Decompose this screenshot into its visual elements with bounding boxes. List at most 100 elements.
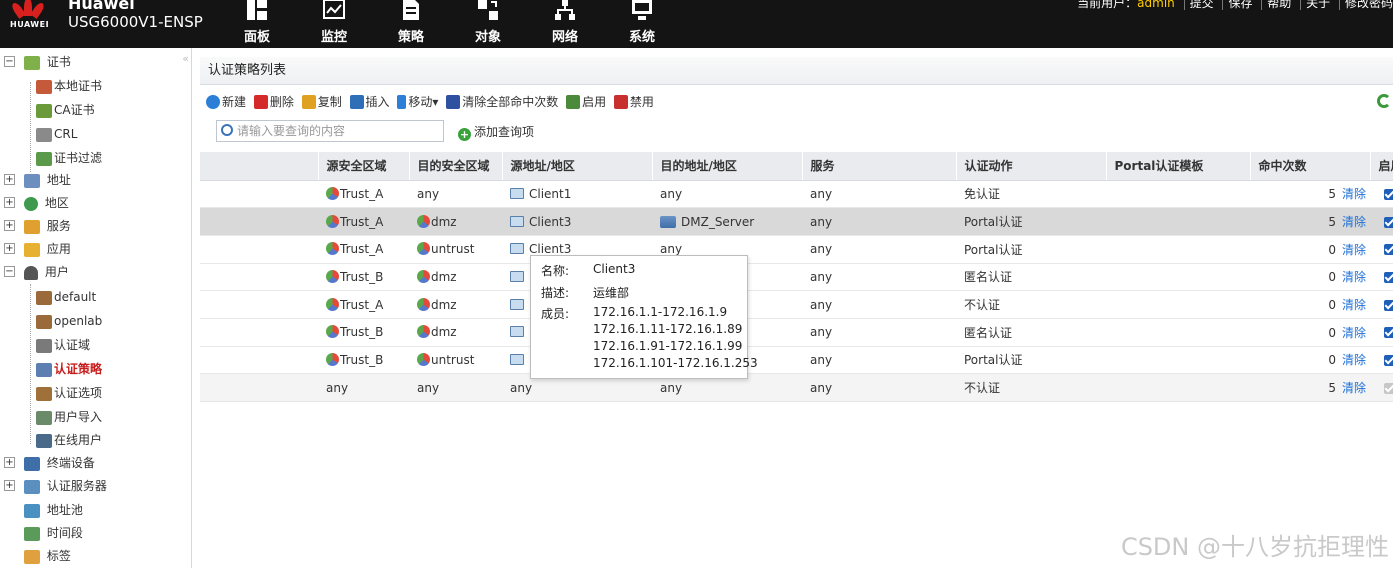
disable-button[interactable]: 禁用 xyxy=(613,93,654,111)
column-header-dst-addr[interactable]: 目的地址/地区 xyxy=(652,152,803,181)
column-header-enabled[interactable]: 启用 xyxy=(1370,152,1393,181)
table-row[interactable]: Trust_A untrust Client3 any any Portal认证 0 清除 xyxy=(200,235,1393,264)
tree-item-cert[interactable]: − 证书 xyxy=(4,51,71,73)
enabled-checkbox[interactable] xyxy=(1384,188,1393,200)
expand-toggle-icon[interactable]: + xyxy=(4,457,15,468)
tree-item-time-range[interactable]: 时间段 xyxy=(24,522,83,544)
expand-toggle-icon[interactable]: + xyxy=(4,220,15,231)
clear-hits-link[interactable]: 清除 xyxy=(1336,215,1366,229)
help-link[interactable]: 帮助 xyxy=(1267,0,1291,10)
tree-item-online-users[interactable]: 在线用户 xyxy=(36,429,102,451)
tree-item-ca-cert[interactable]: CA证书 xyxy=(36,99,95,121)
cell-dst_addr[interactable]: DMZ_Server xyxy=(652,207,802,236)
about-link[interactable]: 关于 xyxy=(1306,0,1330,10)
nav-network[interactable]: 网络 xyxy=(540,0,590,46)
tree-item-openlab[interactable]: openlab xyxy=(36,310,102,332)
nav-policy[interactable]: 策略 xyxy=(386,0,436,46)
cell-src_zone[interactable]: Trust_B xyxy=(318,263,409,292)
enabled-checkbox[interactable] xyxy=(1384,299,1393,311)
column-header-portal[interactable]: Portal认证模板 xyxy=(1106,152,1251,181)
tree-item-service[interactable]: + 服务 xyxy=(4,215,71,237)
cell-src_zone[interactable]: Trust_A xyxy=(318,180,409,209)
cell-dst_zone[interactable]: dmz xyxy=(409,290,502,319)
commit-link[interactable]: 提交 xyxy=(1190,0,1214,10)
table-row[interactable]: Trust_A dmz Client3 DMZ_Server any Portal认证 5 清… xyxy=(200,207,1393,236)
tree-item-terminal[interactable]: + 终端设备 xyxy=(4,452,95,474)
column-header-src-zone[interactable]: 源安全区域 xyxy=(318,152,410,181)
tree-item-crl[interactable]: CRL xyxy=(36,123,77,145)
tree-item-user-import[interactable]: 用户导入 xyxy=(36,406,102,428)
cell-src_zone[interactable]: Trust_A xyxy=(318,290,409,319)
table-row[interactable]: Trust_A any Client1 any any 免认证 5 清除 xyxy=(200,180,1393,209)
table-row[interactable]: Trust_B dmz any 匿名认证 0 清除 xyxy=(200,318,1393,347)
tree-item-user[interactable]: − 用户 xyxy=(4,261,69,283)
table-row[interactable]: Trust_B untrust any Portal认证 0 清除 xyxy=(200,346,1393,375)
insert-button[interactable]: 插入 xyxy=(349,93,390,111)
tree-item-auth-policy[interactable]: 认证策略 xyxy=(36,358,102,380)
cell-dst_zone[interactable]: untrust xyxy=(409,346,502,375)
nav-dashboard[interactable]: 面板 xyxy=(232,0,282,46)
tree-item-tag[interactable]: 标签 xyxy=(24,545,71,567)
cell-src_addr[interactable]: Client1 xyxy=(502,180,652,209)
enabled-checkbox[interactable] xyxy=(1384,271,1393,283)
expand-toggle-icon[interactable]: + xyxy=(4,243,15,254)
enabled-checkbox[interactable] xyxy=(1384,327,1393,339)
enabled-checkbox[interactable] xyxy=(1384,216,1393,228)
enabled-checkbox[interactable] xyxy=(1384,244,1393,256)
clear-hits-link[interactable]: 清除 xyxy=(1336,298,1366,312)
expand-toggle-icon[interactable]: + xyxy=(4,197,15,208)
collapse-toggle-icon[interactable]: − xyxy=(4,56,15,67)
collapse-toggle-icon[interactable]: − xyxy=(4,266,15,277)
cell-dst_zone[interactable]: dmz xyxy=(409,263,502,292)
clear-hits-link[interactable]: 清除 xyxy=(1336,270,1366,284)
nav-monitor[interactable]: 监控 xyxy=(309,0,359,46)
column-header-dst-zone[interactable]: 目的安全区域 xyxy=(409,152,503,181)
change-password-link[interactable]: 修改密码 xyxy=(1345,0,1393,10)
delete-button[interactable]: 删除 xyxy=(253,93,294,111)
tree-item-auth-domain[interactable]: 认证域 xyxy=(36,334,90,356)
clear-hits-link[interactable]: 清除 xyxy=(1336,243,1366,257)
cell-src_addr[interactable]: Client3 xyxy=(502,207,652,236)
expand-toggle-icon[interactable]: + xyxy=(4,174,15,185)
table-row[interactable]: Trust_B dmz any 匿名认证 0 清除 xyxy=(200,263,1393,292)
clear-hits-link[interactable]: 清除 xyxy=(1336,381,1366,395)
copy-button[interactable]: 复制 xyxy=(301,93,342,111)
cell-src_zone[interactable]: Trust_B xyxy=(318,346,409,375)
tree-item-auth-options[interactable]: 认证选项 xyxy=(36,382,102,404)
column-header-src-addr[interactable]: 源地址/地区 xyxy=(502,152,653,181)
search-input[interactable] xyxy=(237,121,437,141)
tree-item-cert-filter[interactable]: 证书过滤 xyxy=(36,147,102,169)
cell-dst_zone[interactable]: untrust xyxy=(409,235,502,264)
column-header-service[interactable]: 服务 xyxy=(802,152,957,181)
column-header-hits[interactable]: 命中次数 xyxy=(1250,152,1371,181)
tree-item-local-cert[interactable]: 本地证书 xyxy=(36,75,102,97)
clear-hits-link[interactable]: 清除 xyxy=(1336,326,1366,340)
add-query-button[interactable]: + 添加查询项 xyxy=(458,123,534,141)
cell-src_zone[interactable]: Trust_A xyxy=(318,207,409,236)
tree-item-region[interactable]: + 地区 xyxy=(4,192,69,214)
move-button[interactable]: 移动▾ xyxy=(397,93,438,111)
nav-system[interactable]: 系统 xyxy=(617,0,667,46)
clear-hits-link[interactable]: 清除 xyxy=(1336,353,1366,367)
save-link[interactable]: 保存 xyxy=(1228,0,1252,10)
table-row[interactable]: any any any any any 不认证 5 清除 xyxy=(200,373,1393,402)
cell-src_zone[interactable]: Trust_B xyxy=(318,318,409,347)
tree-item-address-pool[interactable]: 地址池 xyxy=(24,499,83,521)
cell-dst_zone[interactable]: dmz xyxy=(409,207,502,236)
collapse-sidebar-icon[interactable]: « xyxy=(182,52,189,65)
tree-item-address[interactable]: + 地址 xyxy=(4,169,71,191)
enabled-checkbox[interactable] xyxy=(1384,354,1393,366)
nav-object[interactable]: 对象 xyxy=(463,0,513,46)
expand-toggle-icon[interactable]: + xyxy=(4,480,15,491)
column-header-action[interactable]: 认证动作 xyxy=(956,152,1107,181)
cell-dst_zone[interactable]: dmz xyxy=(409,318,502,347)
enable-button[interactable]: 启用 xyxy=(566,93,606,111)
tree-item-auth-server[interactable]: + 认证服务器 xyxy=(4,475,107,497)
cell-src_zone[interactable]: Trust_A xyxy=(318,235,409,264)
refresh-icon[interactable] xyxy=(1377,94,1391,108)
table-row[interactable]: Trust_A dmz any 不认证 0 清除 xyxy=(200,290,1393,319)
tree-item-application[interactable]: + 应用 xyxy=(4,238,71,260)
new-button[interactable]: 新建 xyxy=(206,93,246,111)
clear-hits-link[interactable]: 清除 xyxy=(1336,187,1366,201)
tree-item-default[interactable]: default xyxy=(36,286,96,308)
